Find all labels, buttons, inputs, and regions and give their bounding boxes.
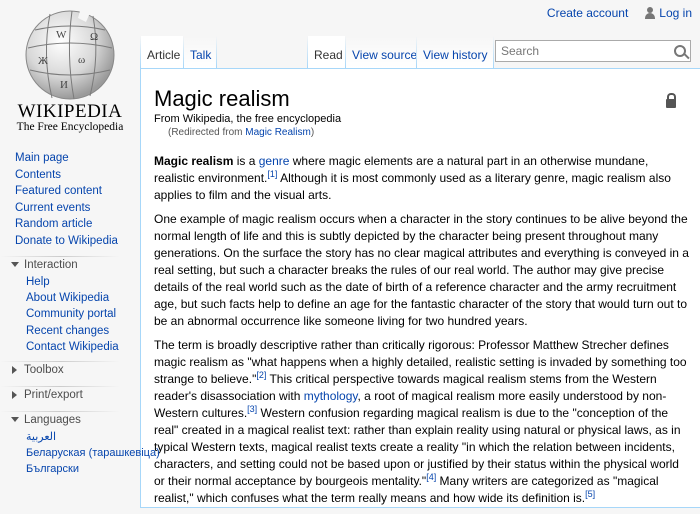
sidebar-item-recent-changes[interactable]: Recent changes (0, 323, 140, 339)
tab-divider (216, 36, 217, 68)
collapse-arrow-icon (11, 416, 19, 422)
portal-heading-label: Languages (24, 413, 81, 426)
reference-2[interactable]: [2] (256, 370, 266, 380)
interaction-heading[interactable]: Interaction (0, 256, 140, 274)
paragraph-text: is a (233, 154, 259, 168)
log-in-link[interactable]: Log in (659, 6, 692, 20)
sidebar-item-main-page[interactable]: Main page (0, 150, 140, 167)
tab-divider (493, 36, 494, 68)
redirect-prefix: (Redirected from (168, 127, 246, 138)
mythology-link[interactable]: mythology (304, 389, 358, 403)
search-input[interactable] (495, 40, 691, 62)
svg-text:Ω: Ω (90, 31, 98, 43)
sidebar-item-contact[interactable]: Contact Wikipedia (0, 339, 140, 355)
language-link[interactable]: Беларуская (тарашкевіца) (0, 445, 160, 461)
redirect-link[interactable]: Magic Realism (245, 127, 311, 138)
article-content: Magic realism From Wikipedia, the free e… (140, 68, 700, 508)
page-title: Magic realism (154, 86, 290, 111)
tab-talk[interactable]: Talk (184, 36, 218, 68)
sidebar-item-about[interactable]: About Wikipedia (0, 290, 140, 306)
genre-link[interactable]: genre (259, 154, 290, 168)
puzzle-globe-icon: W ω Ж И Ω (25, 10, 115, 100)
redirect-notice: (Redirected from Magic Realism) (168, 127, 314, 138)
svg-text:ω: ω (78, 54, 85, 66)
redirect-suffix: ) (310, 127, 315, 138)
sidebar-item-contents[interactable]: Contents (0, 167, 140, 184)
languages-heading[interactable]: Languages (0, 410, 140, 429)
personal-tools: Create account Log in (547, 6, 692, 20)
sidebar-item-community-portal[interactable]: Community portal (0, 306, 140, 322)
language-link[interactable]: العربية (0, 429, 140, 445)
sidebar-item-random-article[interactable]: Random article (0, 216, 140, 233)
paragraph: The term is broadly descriptive rather t… (154, 337, 689, 507)
svg-text:W: W (56, 29, 67, 41)
tab-read[interactable]: Read (308, 36, 349, 68)
sidebar-item-help[interactable]: Help (0, 274, 140, 290)
article-body: Magic realism is a genre where magic ele… (154, 153, 689, 514)
tab-view-source[interactable]: View source (346, 36, 424, 68)
wikipedia-logo[interactable]: W ω Ж И Ω WIKIPEDIA The Free Encyclopedi… (0, 0, 140, 148)
portal-heading-label: Interaction (24, 259, 78, 271)
paragraph: Magic realism is a genre where magic ele… (154, 153, 689, 204)
sidebar-item-featured-content[interactable]: Featured content (0, 183, 140, 200)
portal-heading-label: Print/export (24, 388, 83, 401)
svg-text:Ж: Ж (38, 55, 48, 67)
toolbox-heading[interactable]: Toolbox (0, 360, 140, 379)
tab-view-history[interactable]: View history (417, 36, 494, 68)
portal-heading-label: Toolbox (24, 363, 64, 376)
expand-arrow-icon (12, 390, 17, 399)
search-icon[interactable] (674, 45, 686, 57)
print-export-heading[interactable]: Print/export (0, 385, 140, 404)
sidebar-item-current-events[interactable]: Current events (0, 200, 140, 217)
create-account-link[interactable]: Create account (547, 6, 628, 20)
collapse-arrow-icon (11, 262, 19, 267)
reference-5[interactable]: [5] (585, 489, 595, 499)
reference-3[interactable]: [3] (247, 404, 257, 414)
user-icon (644, 7, 656, 19)
sidebar-item-donate[interactable]: Donate to Wikipedia (0, 233, 140, 250)
wikipedia-wordmark: WIKIPEDIA (17, 101, 123, 122)
wikipedia-tagline: The Free Encyclopedia (16, 121, 124, 133)
article-subject-bold: Magic realism (154, 154, 234, 168)
paragraph: One example of magic realism occurs when… (154, 212, 689, 328)
lock-icon (666, 93, 676, 108)
tab-article[interactable]: Article (141, 36, 187, 68)
language-link[interactable]: Български (0, 461, 140, 477)
svg-text:И: И (60, 79, 68, 91)
reference-4[interactable]: [4] (426, 472, 436, 482)
expand-arrow-icon (12, 365, 17, 374)
reference-1[interactable]: [1] (267, 169, 277, 179)
sidebar: Main page Contents Featured content Curr… (0, 150, 160, 477)
site-subtitle: From Wikipedia, the free encyclopedia (154, 113, 342, 125)
